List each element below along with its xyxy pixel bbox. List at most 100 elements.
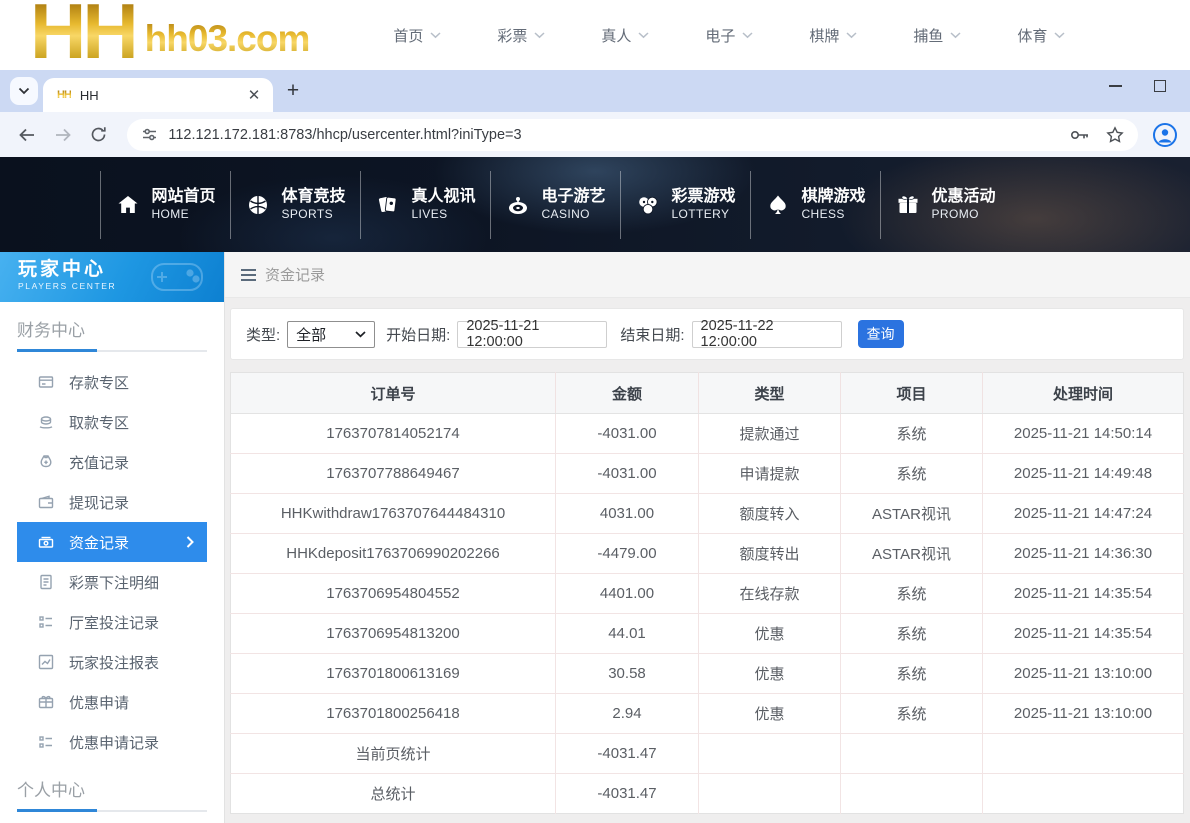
site-nav: 首页 彩票 真人 电子 棋牌 捕鱼 体育 xyxy=(365,25,1093,46)
reload-button[interactable] xyxy=(86,122,112,148)
site-nav-live[interactable]: 真人 xyxy=(573,25,677,46)
sidebar-item-lottery-bet-detail[interactable]: 彩票下注明细 xyxy=(17,562,207,602)
gamenav-label-zh: 真人视讯 xyxy=(411,187,475,207)
site-nav-lottery[interactable]: 彩票 xyxy=(469,25,573,46)
sidebar: 玩家中心 PLAYERS CENTER 财务中心 存款专区 xyxy=(0,252,225,823)
chevron-down-icon xyxy=(18,87,30,95)
section-personal-center: 个人中心 xyxy=(0,762,224,801)
cell-amount: 4401.00 xyxy=(556,574,699,614)
sidebar-item-label: 资金记录 xyxy=(69,532,129,553)
bookmark-star-icon[interactable] xyxy=(1106,126,1124,144)
forward-button[interactable] xyxy=(50,122,76,148)
filter-bar: 类型: 全部 开始日期: 2025-11-21 12:00:00 结束日期: 2… xyxy=(230,308,1184,360)
nav-label: 首页 xyxy=(393,25,423,46)
cell-item: ASTAR视讯 xyxy=(841,534,983,574)
cell-type: 优惠 xyxy=(699,654,841,694)
window-minimize-button[interactable] xyxy=(1109,85,1122,87)
table-row: HHKwithdraw1763707644484310 4031.00 额度转入… xyxy=(231,494,1184,534)
coins-hand-icon xyxy=(38,414,54,430)
gamenav-promo[interactable]: 优惠活动PROMO xyxy=(881,187,1010,222)
gamenav-lives[interactable]: 真人视讯LIVES xyxy=(361,187,490,222)
sidebar-item-recharge-record[interactable]: 充值记录 xyxy=(17,442,207,482)
start-date-input[interactable]: 2025-11-21 12:00:00 xyxy=(457,321,607,348)
cell-type: 在线存款 xyxy=(699,574,841,614)
gamenav-lottery[interactable]: 彩票游戏LOTTERY xyxy=(621,187,750,222)
site-nav-chess[interactable]: 棋牌 xyxy=(781,25,885,46)
sidebar-item-funds-record[interactable]: 资金记录 xyxy=(17,522,207,562)
breadcrumb-label: 资金记录 xyxy=(265,264,325,285)
sports-ball-icon xyxy=(245,192,271,218)
cell-type: 额度转入 xyxy=(699,494,841,534)
site-settings-icon[interactable] xyxy=(141,126,158,143)
sidebar-item-room-bet-record[interactable]: 厅室投注记录 xyxy=(17,602,207,642)
table-row-page-total: 当前页统计 -4031.47 xyxy=(231,734,1184,774)
menu-toggle-icon[interactable] xyxy=(241,269,256,281)
table-row: 1763706954804552 4401.00 在线存款 系统 2025-11… xyxy=(231,574,1184,614)
cell-type xyxy=(699,774,841,814)
cell-amount: -4479.00 xyxy=(556,534,699,574)
col-type: 类型 xyxy=(699,373,841,414)
gift-icon xyxy=(895,192,921,218)
window-maximize-button[interactable] xyxy=(1154,80,1166,92)
sidebar-item-deposit-zone[interactable]: 存款专区 xyxy=(17,362,207,402)
gamenav-home[interactable]: 网站首页HOME xyxy=(101,187,230,222)
url-bar[interactable]: 112.121.172.181:8783/hhcp/usercenter.htm… xyxy=(127,119,1138,151)
new-tab-button[interactable]: + xyxy=(279,77,307,105)
sidebar-item-withdraw-zone[interactable]: 取款专区 xyxy=(17,402,207,442)
cell-amount: 2.94 xyxy=(556,694,699,734)
cell-type: 申请提款 xyxy=(699,454,841,494)
site-nav-egame[interactable]: 电子 xyxy=(677,25,781,46)
deposit-card-icon xyxy=(38,374,54,390)
gamenav-label-zh: 棋牌游戏 xyxy=(801,187,865,207)
browser-profile-avatar[interactable] xyxy=(1152,122,1178,148)
playing-cards-icon xyxy=(375,192,401,218)
table-row: 1763707814052174 -4031.00 提款通过 系统 2025-1… xyxy=(231,414,1184,454)
cell-item: 系统 xyxy=(841,654,983,694)
chevron-down-icon xyxy=(742,32,753,39)
cell-time xyxy=(983,734,1184,774)
sidebar-item-label: 提现记录 xyxy=(69,492,129,513)
gamenav-label-zh: 彩票游戏 xyxy=(671,187,735,207)
coupon-icon xyxy=(38,694,54,710)
site-logo[interactable]: HH hh03.com xyxy=(30,9,309,62)
gamenav-sports[interactable]: 体育竞技SPORTS xyxy=(231,187,360,222)
cell-time: 2025-11-21 14:50:14 xyxy=(983,414,1184,454)
cell-type: 优惠 xyxy=(699,614,841,654)
end-date-input[interactable]: 2025-11-22 12:00:00 xyxy=(692,321,842,348)
url-text[interactable]: 112.121.172.181:8783/hhcp/usercenter.htm… xyxy=(168,127,1058,143)
start-date-label: 开始日期: xyxy=(386,324,450,345)
money-bag-icon xyxy=(38,454,54,470)
cell-item: 系统 xyxy=(841,694,983,734)
browser-tab[interactable]: HH HH ✕ xyxy=(43,78,273,112)
back-button[interactable] xyxy=(14,122,40,148)
tab-search-button[interactable] xyxy=(10,77,38,105)
tab-favicon-icon: HH xyxy=(57,90,71,101)
chevron-down-icon xyxy=(846,32,857,39)
cell-amount: 4031.00 xyxy=(556,494,699,534)
type-select[interactable]: 全部 xyxy=(287,321,375,348)
search-button[interactable]: 查询 xyxy=(858,320,904,348)
lottery-balls-icon xyxy=(635,192,661,218)
cell-time: 2025-11-21 14:47:24 xyxy=(983,494,1184,534)
window-controls xyxy=(1109,80,1166,92)
cell-order-no: 1763701800256418 xyxy=(231,694,556,734)
gamenav-label-en: CHESS xyxy=(801,207,865,222)
tab-close-icon[interactable]: ✕ xyxy=(245,86,263,104)
gamenav-label-en: CASINO xyxy=(541,207,605,222)
table-row: 1763701800256418 2.94 优惠 系统 2025-11-21 1… xyxy=(231,694,1184,734)
sidebar-item-player-bet-report[interactable]: 玩家投注报表 xyxy=(17,642,207,682)
gamenav-casino[interactable]: 电子游艺CASINO xyxy=(491,187,620,222)
cell-order-no: 1763706954813200 xyxy=(231,614,556,654)
site-nav-home[interactable]: 首页 xyxy=(365,25,469,46)
sidebar-item-promo-apply[interactable]: 优惠申请 xyxy=(17,682,207,722)
cell-item: 系统 xyxy=(841,614,983,654)
col-process-time: 处理时间 xyxy=(983,373,1184,414)
password-key-icon[interactable] xyxy=(1070,128,1090,142)
gamenav-chess[interactable]: 棋牌游戏CHESS xyxy=(751,187,880,222)
site-nav-fishing[interactable]: 捕鱼 xyxy=(885,25,989,46)
site-nav-sports[interactable]: 体育 xyxy=(989,25,1093,46)
sidebar-item-promo-apply-record[interactable]: 优惠申请记录 xyxy=(17,722,207,762)
sidebar-item-withdraw-record[interactable]: 提现记录 xyxy=(17,482,207,522)
banknote-icon xyxy=(38,534,54,550)
gamenav-label-zh: 网站首页 xyxy=(151,187,215,207)
